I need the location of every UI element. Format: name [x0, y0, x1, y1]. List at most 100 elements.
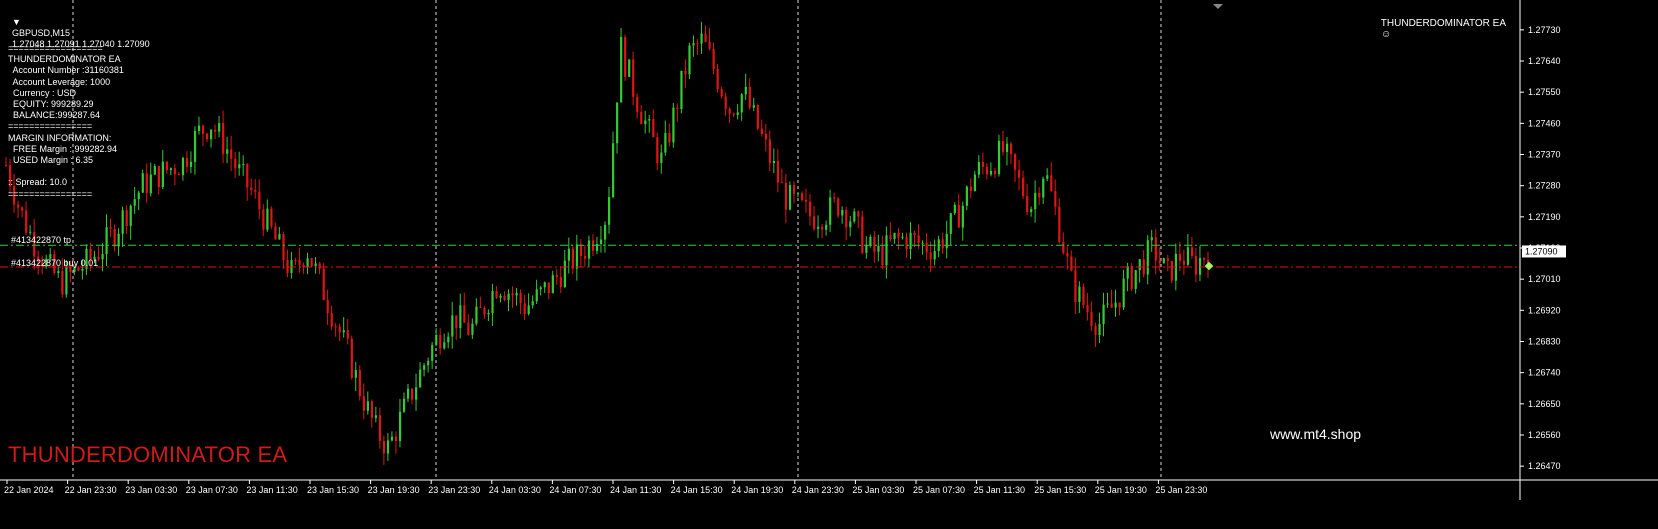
info-line: THUNDERDOMINATOR EA [8, 54, 121, 65]
candle-body [829, 197, 832, 225]
candle-body [881, 245, 884, 266]
candle-body [149, 174, 152, 194]
candle-body [571, 248, 575, 269]
candle-body [680, 70, 683, 109]
candle-body [274, 226, 277, 240]
info-line: FREE Margin : 999282.94 [8, 143, 118, 154]
time-tick-label: 24 Jan 11:30 [610, 485, 661, 495]
candle-body [427, 360, 430, 366]
candle-body [873, 236, 876, 252]
candle-body [768, 139, 771, 164]
candle-body [893, 232, 896, 240]
candle-body [1178, 253, 1182, 261]
candle-body [189, 161, 193, 167]
candle-body [616, 102, 619, 144]
price-tick-label: 1.26650 [1528, 399, 1561, 409]
candle-body [965, 186, 968, 206]
candle-body [833, 197, 836, 199]
candle-body [503, 295, 506, 300]
dropdown-triangle-icon[interactable]: ▼ [12, 17, 21, 27]
candle-body [479, 306, 482, 308]
time-tick-label: 23 Jan 03:30 [125, 485, 177, 495]
candle-body [857, 211, 860, 217]
candle-body [282, 234, 285, 260]
candle-body [1130, 266, 1133, 289]
candle-body [157, 166, 160, 188]
candle-body [218, 123, 221, 132]
candle-body [137, 192, 140, 200]
candle-body [17, 204, 20, 208]
candle-body [443, 342, 446, 349]
candle-body [113, 228, 116, 247]
candle-body [73, 267, 76, 273]
candle-body [660, 152, 663, 163]
candle-body [945, 233, 948, 249]
candle-body [901, 236, 904, 238]
smiley-icon[interactable]: ☺ [1381, 29, 1391, 40]
candle-body [145, 173, 148, 194]
price-tick-label: 1.27010 [1528, 274, 1561, 284]
candle-body [386, 440, 390, 454]
candle-body [817, 226, 820, 229]
candle-body [913, 232, 916, 236]
candle-body [318, 263, 321, 269]
candle-body [921, 242, 924, 244]
candle-body [543, 282, 546, 288]
candle-body [314, 263, 317, 267]
time-tick-label: 23 Jan 23:30 [428, 485, 480, 495]
candle-body [451, 315, 454, 337]
candle-body [1082, 286, 1085, 306]
candle-body [804, 199, 808, 202]
candle-body [133, 199, 136, 206]
candle-body [330, 313, 333, 327]
candle-body [1114, 302, 1117, 308]
candle-body [603, 224, 607, 240]
candle-body [672, 107, 675, 143]
candle-body [306, 258, 309, 268]
candle-body [732, 113, 735, 115]
candle-body [587, 240, 591, 259]
price-tick-label: 1.27460 [1528, 118, 1561, 128]
candle-body [1070, 256, 1073, 271]
candle-body [772, 160, 776, 164]
candle-body [1186, 247, 1190, 265]
candle-body [1038, 192, 1041, 198]
candle-body [254, 189, 257, 192]
candle-body [688, 45, 691, 75]
candle-body [636, 96, 639, 112]
current-price-label: 1.27090 [1525, 246, 1558, 256]
candle-body [792, 185, 796, 195]
info-line: Currency : USD [8, 87, 77, 98]
candle-body [326, 299, 329, 314]
time-tick-label: 22 Jan 23:30 [65, 485, 117, 495]
candle-body [612, 143, 615, 198]
candle-body [981, 161, 985, 167]
candle-body [423, 365, 426, 370]
candle-body [362, 396, 365, 411]
candle-body [350, 338, 353, 378]
candle-body [1102, 304, 1105, 324]
candle-body [29, 231, 32, 233]
candle-body [222, 123, 225, 154]
candle-body [700, 33, 703, 44]
candle-body [65, 266, 68, 295]
candle-body [575, 244, 579, 269]
candle-body [809, 201, 812, 217]
candle-body [121, 210, 124, 234]
candle-body [740, 94, 743, 113]
info-line [8, 166, 124, 177]
price-axis: 1.27730 1.27640 1.27550 1.27460 1.27370 1.272… [0, 0, 1658, 500]
candle-body [704, 33, 707, 42]
candle-body [925, 242, 928, 253]
candle-body [1062, 241, 1065, 254]
candle-body [989, 170, 993, 175]
candle-body [463, 305, 466, 323]
candle-body [523, 303, 526, 315]
time-tick-label: 25 Jan 07:30 [913, 485, 965, 495]
candle-body [961, 205, 964, 228]
candle-body [716, 68, 719, 90]
candle-body [776, 160, 780, 183]
candle-body [1030, 209, 1033, 213]
candle-body [25, 210, 28, 233]
candle-body [141, 173, 144, 193]
